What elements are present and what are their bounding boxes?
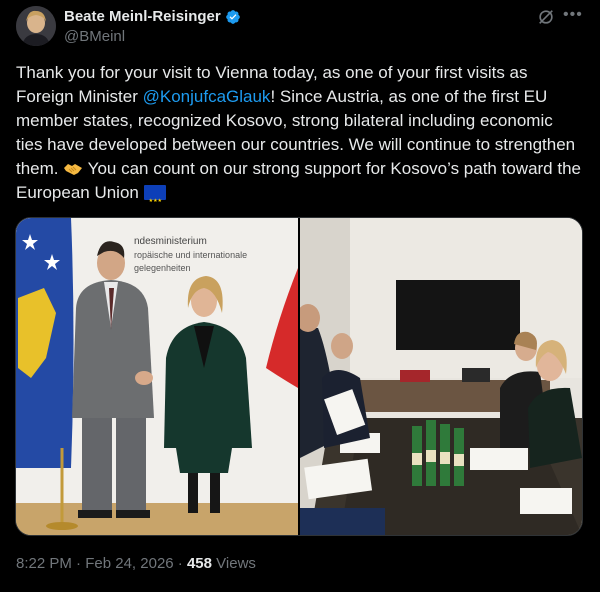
views-label: Views xyxy=(216,555,256,572)
photo-handshake-scene: ndesministerium ropäische und internatio… xyxy=(16,218,298,535)
views-count: 458 xyxy=(186,555,212,572)
tweet-date[interactable]: Feb 24, 2026 xyxy=(85,555,173,572)
handshake-icon xyxy=(64,164,83,175)
eu-flag-icon xyxy=(143,185,166,213)
meta-separator: · xyxy=(76,555,82,572)
grok-icon[interactable] xyxy=(537,8,555,26)
display-name-text[interactable]: Beate Meinl-Reisinger xyxy=(64,8,221,25)
sign-line-1: ndesministerium xyxy=(134,236,207,247)
user-handle[interactable]: @BMeinl xyxy=(64,28,125,45)
sign-line-2: ropäische und internationale xyxy=(134,250,247,260)
tweet-time[interactable]: 8:22 PM xyxy=(16,555,72,572)
meta-separator: · xyxy=(177,555,183,572)
tweet-meta: 8:22 PM · Feb 24, 2026 · 458 Views xyxy=(16,555,256,572)
verified-badge-icon xyxy=(225,9,240,24)
display-name[interactable]: Beate Meinl-Reisinger xyxy=(64,8,241,25)
photo-meeting[interactable] xyxy=(300,218,582,535)
mention-link[interactable]: @KonjufcaGlauk xyxy=(143,87,271,106)
tweet-text: Thank you for your visit to Vienna today… xyxy=(16,61,582,213)
photo-meeting-scene xyxy=(300,218,582,535)
photo-handshake[interactable]: ndesministerium ropäische und internatio… xyxy=(16,218,298,535)
avatar[interactable] xyxy=(16,6,56,46)
media-gallery[interactable]: ndesministerium ropäische und internatio… xyxy=(15,217,583,536)
tweet-text-part-3: You can count on our strong support for … xyxy=(16,159,581,202)
more-icon[interactable]: ••• xyxy=(563,6,582,24)
sign-line-3: gelegenheiten xyxy=(134,263,191,273)
